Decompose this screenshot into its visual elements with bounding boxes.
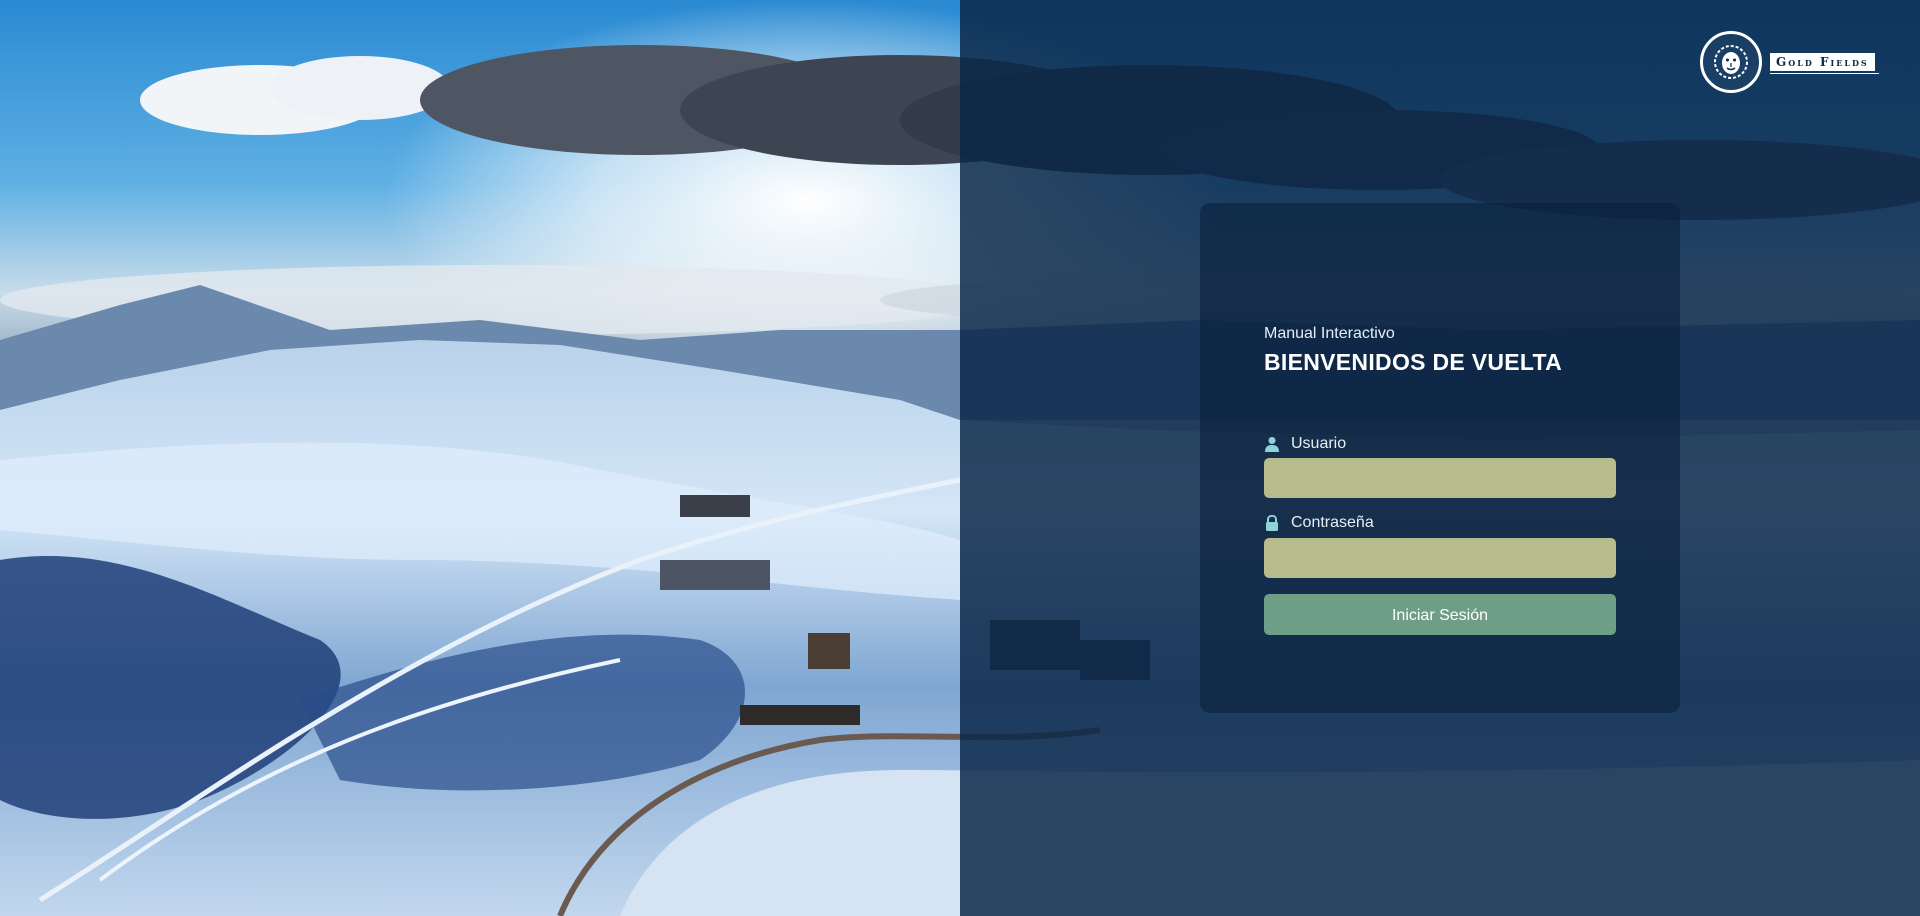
brand-wordmark: Gold Fields	[1770, 53, 1879, 74]
password-label: Contraseña	[1264, 514, 1374, 532]
gold-fields-logo: Gold Fields	[1700, 28, 1896, 96]
user-icon	[1264, 436, 1280, 452]
lock-icon	[1264, 514, 1280, 531]
username-input[interactable]	[1264, 458, 1616, 498]
username-label-text: Usuario	[1291, 435, 1347, 452]
password-label-text: Contraseña	[1291, 514, 1374, 531]
login-button[interactable]: Iniciar Sesión	[1264, 594, 1616, 635]
username-label: Usuario	[1264, 435, 1346, 453]
welcome-heading: BIENVENIDOS DE VUELTA	[1264, 349, 1563, 375]
login-page: Gold Fields Manual Interactivo BIENVENID…	[0, 0, 1920, 916]
app-subtitle: Manual Interactivo	[1264, 325, 1395, 342]
login-card: Manual Interactivo BIENVENIDOS DE VUELTA…	[1200, 203, 1680, 713]
lion-head-icon	[1700, 31, 1762, 93]
password-input[interactable]	[1264, 538, 1616, 578]
